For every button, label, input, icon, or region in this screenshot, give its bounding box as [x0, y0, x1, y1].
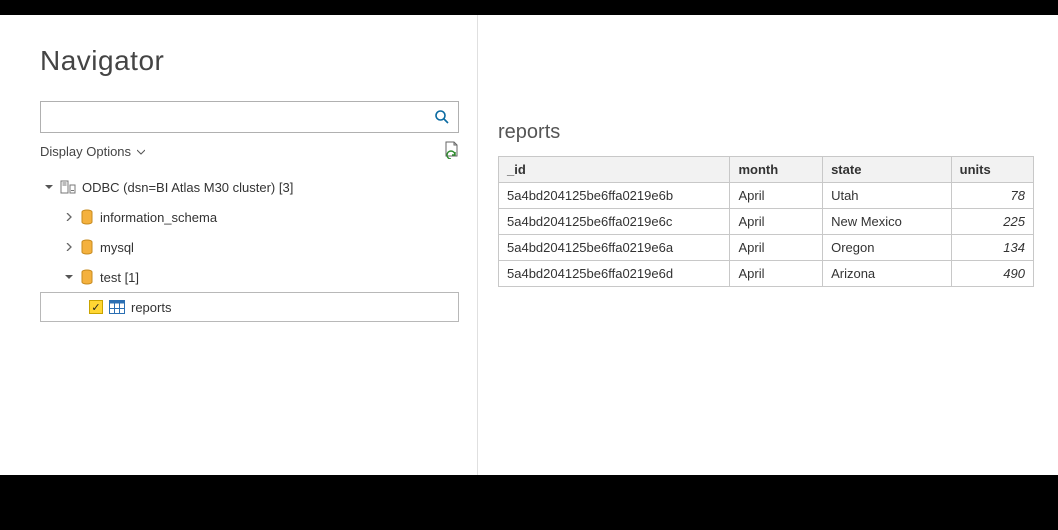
caret-down-icon[interactable] — [64, 272, 74, 282]
checkbox-checked-icon[interactable]: ✓ — [89, 300, 103, 314]
preview-pane: reports _id month state units 5a4bd20412… — [478, 15, 1058, 475]
cell-month: April — [730, 235, 823, 261]
tree-node-mysql[interactable]: mysql — [40, 232, 459, 262]
navigator-pane: Navigator Display Options — [0, 15, 478, 475]
table-icon — [109, 300, 125, 314]
search-box[interactable] — [40, 101, 459, 133]
table-row[interactable]: 5a4bd204125be6ffa0219e6c April New Mexic… — [499, 209, 1034, 235]
tree-node-information-schema[interactable]: information_schema — [40, 202, 459, 232]
top-black-bar — [0, 0, 1058, 15]
tree: ODBC (dsn=BI Atlas M30 cluster) [3] info… — [40, 172, 459, 322]
cell-state: Oregon — [823, 235, 952, 261]
database-icon — [80, 209, 94, 225]
database-icon — [80, 239, 94, 255]
search-input[interactable] — [49, 109, 434, 126]
chevron-down-icon — [137, 144, 145, 159]
cell-month: April — [730, 209, 823, 235]
tree-node-reports[interactable]: ✓ reports — [40, 292, 459, 322]
cell-units: 490 — [951, 261, 1033, 287]
cell-units: 225 — [951, 209, 1033, 235]
table-header-row: _id month state units — [499, 157, 1034, 183]
refresh-icon[interactable] — [443, 141, 459, 162]
cell-units: 78 — [951, 183, 1033, 209]
table-row[interactable]: 5a4bd204125be6ffa0219e6a April Oregon 13… — [499, 235, 1034, 261]
tree-node-label: test [1] — [100, 270, 139, 285]
preview-table: _id month state units 5a4bd204125be6ffa0… — [498, 156, 1034, 287]
tree-node-label: mysql — [100, 240, 134, 255]
search-icon[interactable] — [434, 109, 450, 125]
caret-down-icon[interactable] — [44, 182, 54, 192]
tree-node-label: reports — [131, 300, 171, 315]
display-options-dropdown[interactable]: Display Options — [40, 144, 145, 159]
table-row[interactable]: 5a4bd204125be6ffa0219e6b April Utah 78 — [499, 183, 1034, 209]
cell-id: 5a4bd204125be6ffa0219e6d — [499, 261, 730, 287]
col-header-state[interactable]: state — [823, 157, 952, 183]
table-row[interactable]: 5a4bd204125be6ffa0219e6d April Arizona 4… — [499, 261, 1034, 287]
caret-right-icon[interactable] — [64, 212, 74, 222]
cell-id: 5a4bd204125be6ffa0219e6c — [499, 209, 730, 235]
tree-node-label: information_schema — [100, 210, 217, 225]
cell-month: April — [730, 183, 823, 209]
bottom-black-bar — [0, 475, 1058, 530]
server-icon — [60, 179, 76, 195]
preview-title: reports — [498, 121, 1034, 144]
tree-node-odbc-root[interactable]: ODBC (dsn=BI Atlas M30 cluster) [3] — [40, 172, 459, 202]
caret-right-icon[interactable] — [64, 242, 74, 252]
database-icon — [80, 269, 94, 285]
cell-units: 134 — [951, 235, 1033, 261]
display-options-label: Display Options — [40, 144, 131, 159]
cell-state: Utah — [823, 183, 952, 209]
cell-month: April — [730, 261, 823, 287]
col-header-month[interactable]: month — [730, 157, 823, 183]
cell-id: 5a4bd204125be6ffa0219e6a — [499, 235, 730, 261]
cell-id: 5a4bd204125be6ffa0219e6b — [499, 183, 730, 209]
cell-state: Arizona — [823, 261, 952, 287]
tree-node-label: ODBC (dsn=BI Atlas M30 cluster) [3] — [82, 180, 293, 195]
col-header-id[interactable]: _id — [499, 157, 730, 183]
tree-node-test[interactable]: test [1] — [40, 262, 459, 292]
col-header-units[interactable]: units — [951, 157, 1033, 183]
page-title: Navigator — [40, 45, 459, 77]
cell-state: New Mexico — [823, 209, 952, 235]
